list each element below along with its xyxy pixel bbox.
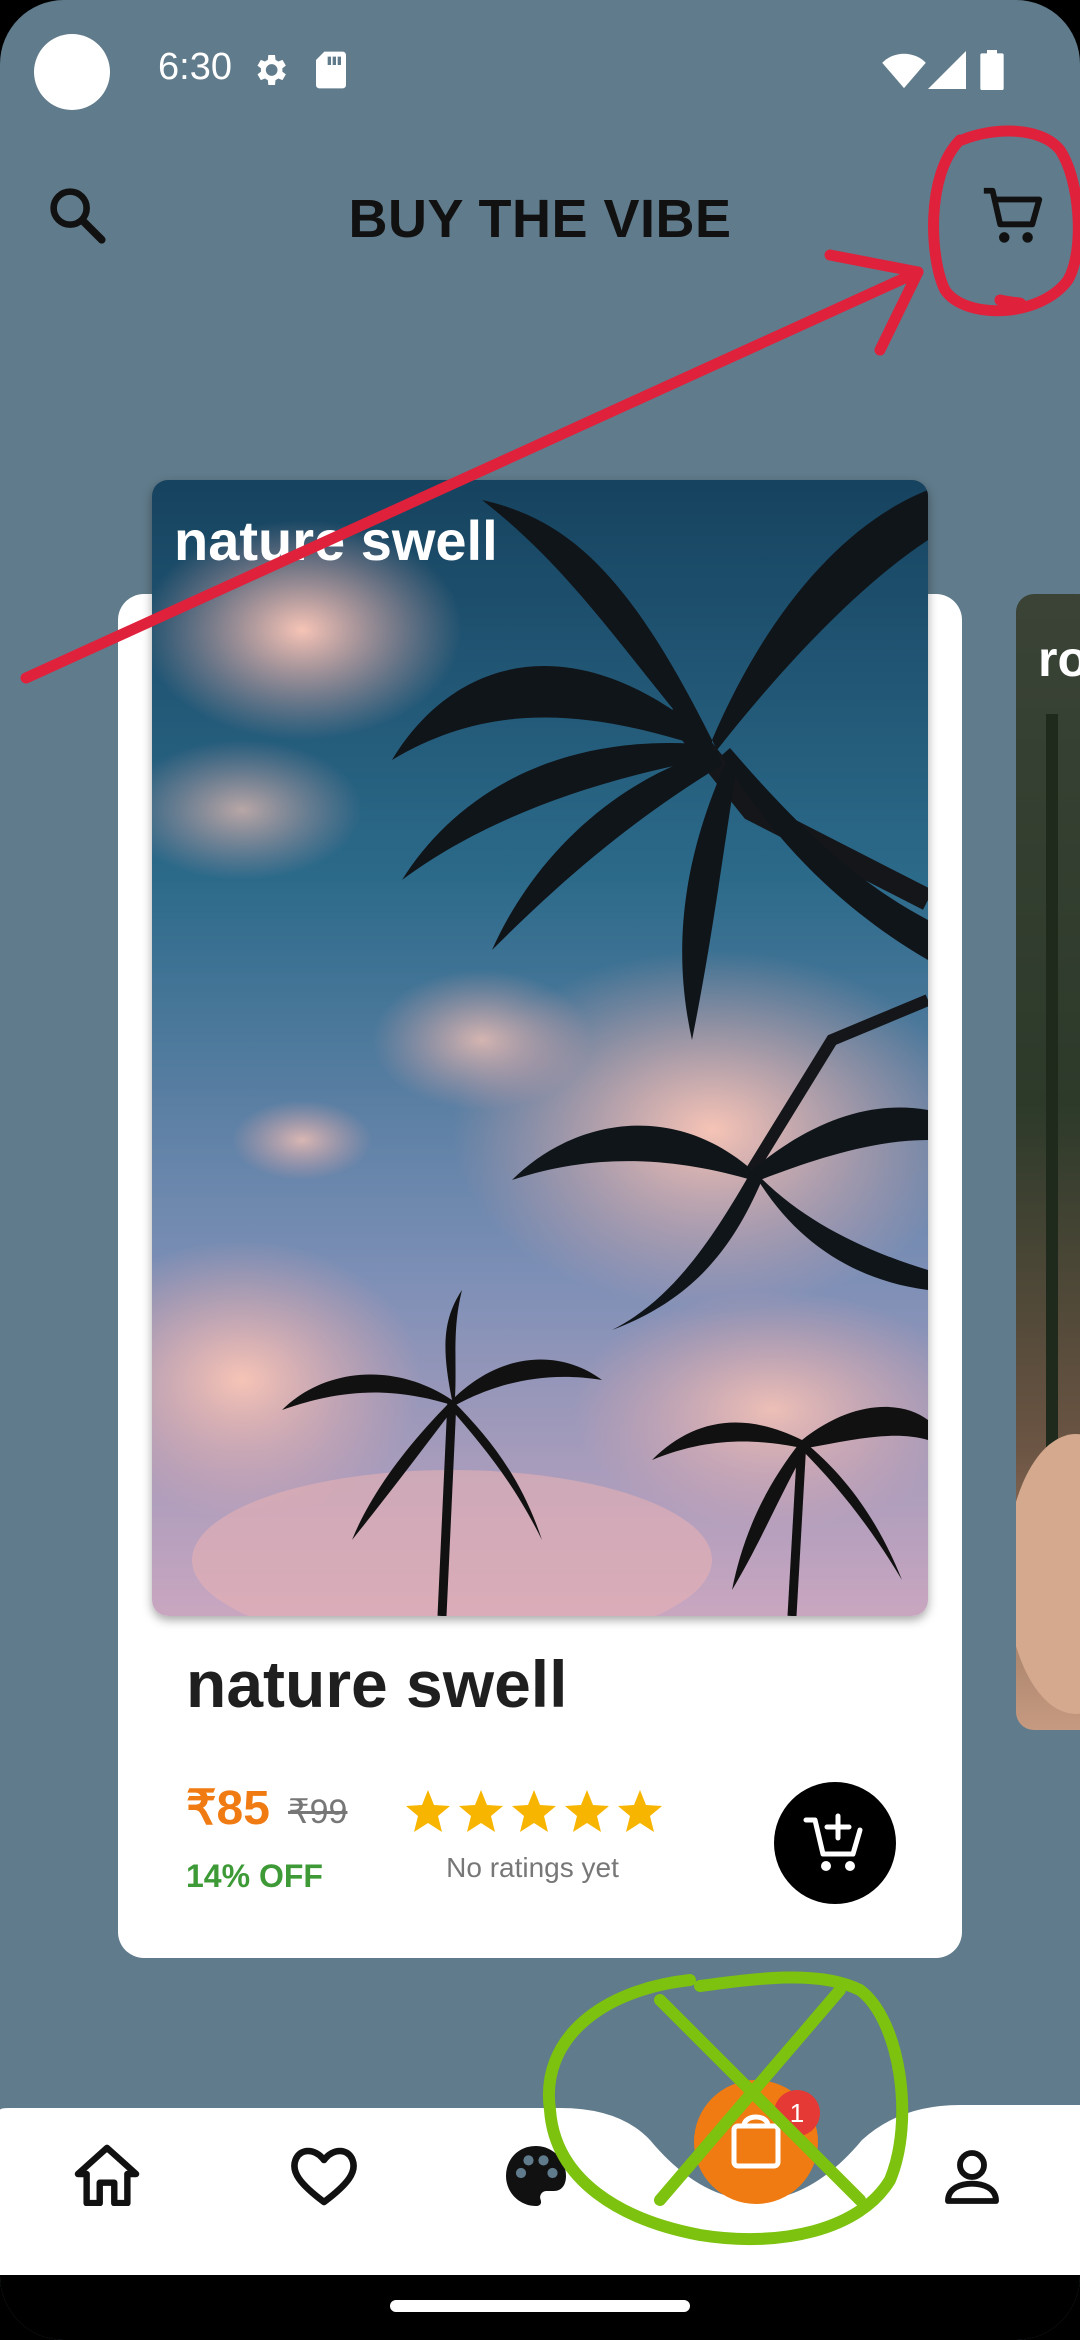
red-scribble-annotation: [994, 294, 1027, 316]
add-shopping-cart-icon: [803, 1813, 863, 1871]
product-original-price: ₹99: [288, 1793, 348, 1831]
battery-icon: [980, 50, 1004, 90]
product-image[interactable]: nature swell: [152, 480, 928, 1616]
home-icon: [74, 2144, 140, 2207]
star-icon: [406, 1790, 450, 1832]
product-image-label: nature swell: [174, 509, 498, 572]
nav-favorites[interactable]: [288, 2142, 360, 2213]
wifi-icon: [882, 53, 926, 89]
app-title: BUY THE VIBE: [348, 189, 732, 249]
cart-count-badge: 1: [774, 2090, 820, 2136]
rating-count-text: No ratings yet: [446, 1852, 619, 1883]
palm-sky-photo: [152, 480, 928, 1616]
nav-palette[interactable]: [500, 2140, 572, 2217]
nav-home[interactable]: [72, 2142, 142, 2211]
settings-icon: [257, 55, 286, 85]
product-price: ₹85: [186, 1782, 270, 1835]
star-icon: [512, 1790, 556, 1832]
cart-button[interactable]: [978, 182, 1048, 252]
status-time: 6:30: [158, 46, 232, 88]
camera-cutout: [34, 34, 110, 110]
product-name[interactable]: nature swell: [186, 1646, 567, 1722]
star-icon: [618, 1790, 662, 1832]
cell-signal-icon: [928, 51, 966, 89]
next-product-image-label: ro: [1038, 631, 1080, 687]
star-icon: [459, 1790, 503, 1832]
next-product-image: [1016, 594, 1080, 1730]
status-bar: 6:30: [0, 0, 1080, 140]
rating-stars[interactable]: [402, 1786, 666, 1838]
cart-icon: [983, 187, 1043, 243]
sd-card-icon: [316, 51, 346, 89]
heart-icon: [291, 2147, 357, 2206]
star-icon: [565, 1790, 609, 1832]
app-screen: 6:30 BUY THE VIBE ro nature swell nature…: [0, 0, 1080, 2340]
discount-label: 14% OFF: [186, 1858, 323, 1894]
add-to-cart-button[interactable]: [774, 1782, 896, 1904]
palette-icon: [506, 2146, 566, 2206]
next-product-card[interactable]: ro: [1016, 594, 1080, 1730]
nav-profile[interactable]: [940, 2144, 1004, 2215]
person-icon: [945, 2150, 999, 2204]
top-app-bar: BUY THE VIBE: [0, 160, 1080, 270]
home-gesture-handle[interactable]: [390, 2300, 690, 2312]
